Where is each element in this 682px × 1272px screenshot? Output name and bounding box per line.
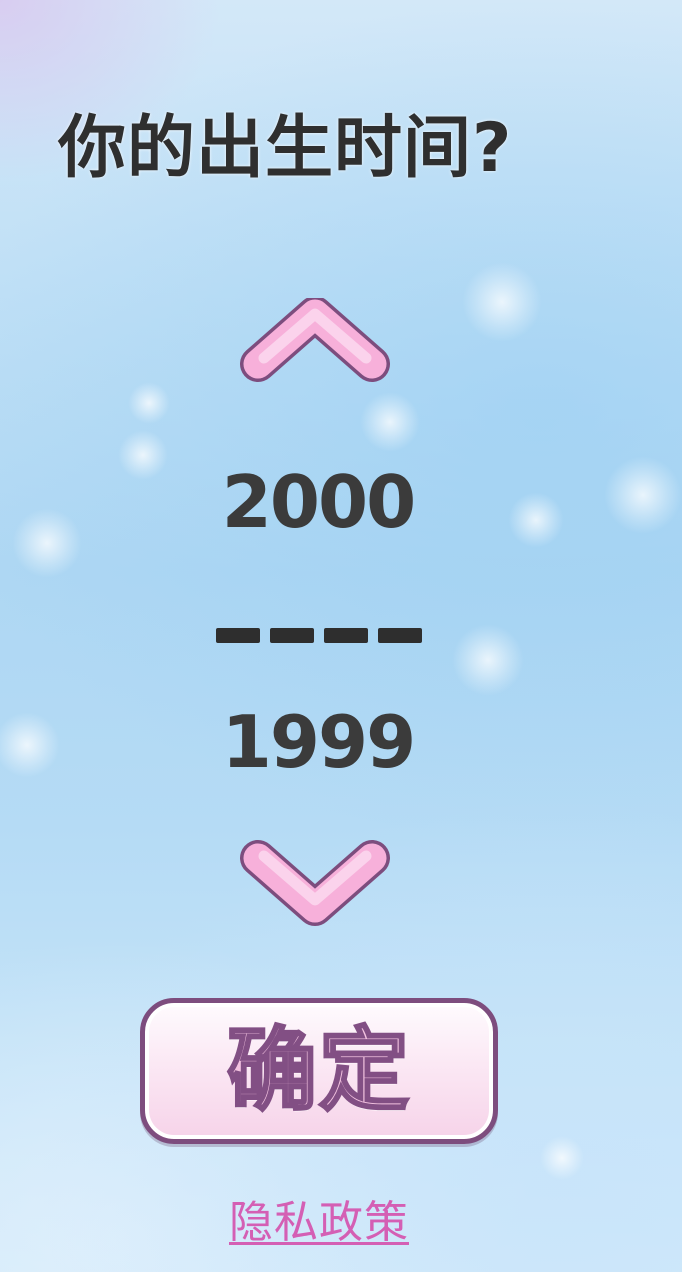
separator-dash <box>270 628 314 643</box>
chevron-down-icon <box>240 840 390 926</box>
selected-year-value[interactable]: 1999 <box>0 706 636 778</box>
year-increase-button[interactable] <box>240 298 390 408</box>
confirm-button[interactable]: 确定 <box>140 998 498 1144</box>
page-title: 你的出生时间? <box>58 109 513 188</box>
separator-dash <box>378 628 422 643</box>
year-separator <box>216 628 422 646</box>
separator-dash <box>324 628 368 643</box>
separator-dash <box>216 628 260 643</box>
year-decrease-button[interactable] <box>240 828 390 938</box>
chevron-up-icon <box>240 298 390 382</box>
privacy-policy-link[interactable]: 隐私政策 <box>0 1186 638 1250</box>
confirm-button-label: 确定 <box>226 1018 411 1123</box>
next-year-value[interactable]: 2000 <box>0 466 636 538</box>
